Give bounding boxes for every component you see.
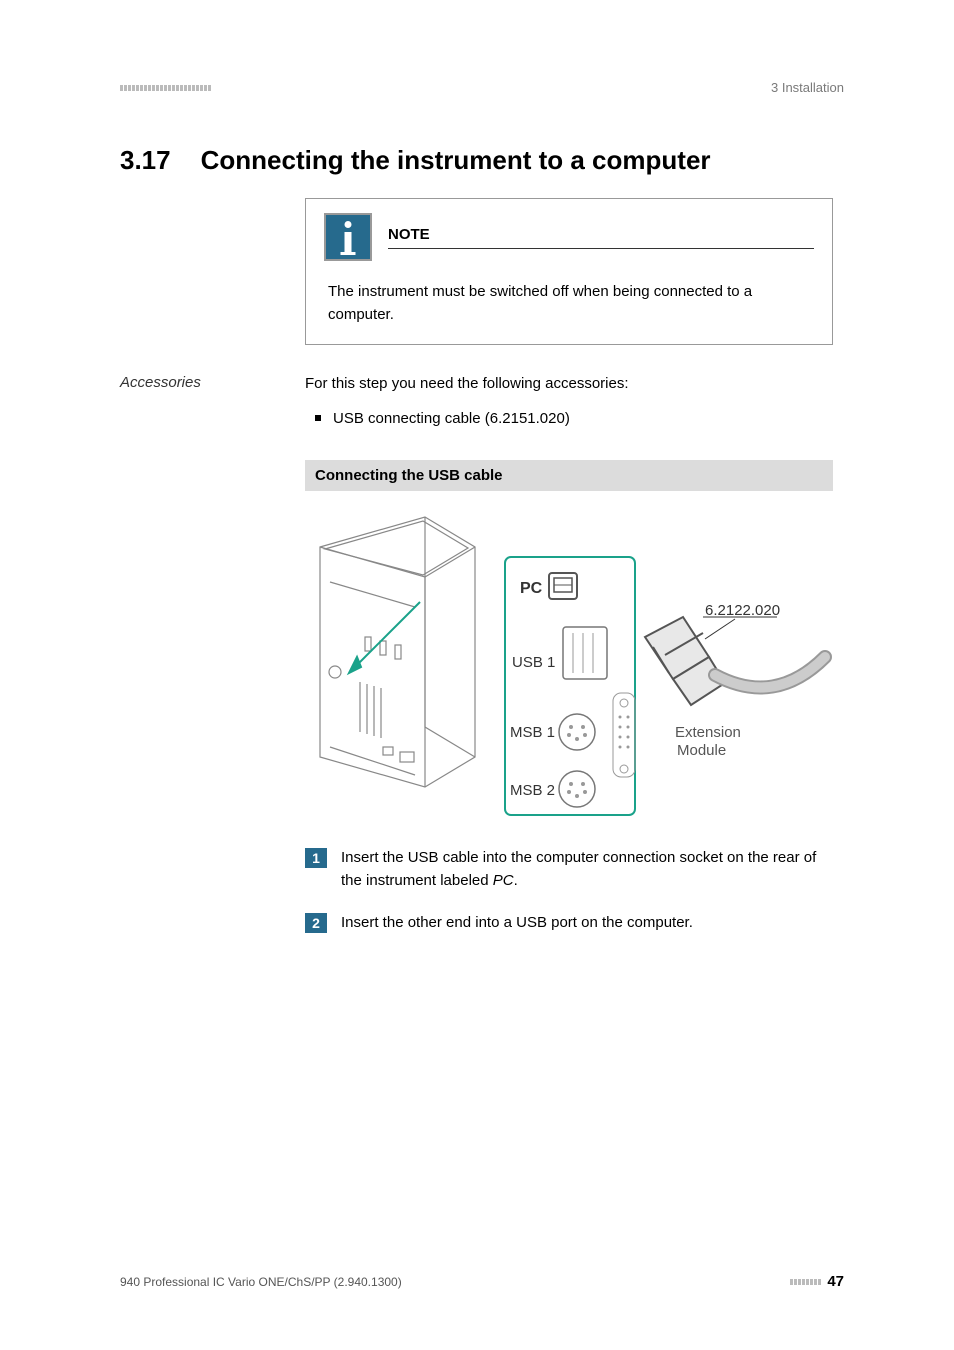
page: 3 Installation 3.17 Connecting the instr… (0, 0, 954, 1350)
step-1-text-b: . (514, 872, 518, 889)
margin-label-accessories: Accessories (120, 374, 201, 391)
step-1: 1 Insert the USB cable into the computer… (305, 847, 833, 892)
step-number-badge: 1 (305, 848, 327, 868)
step-1-text-em: PC (493, 872, 514, 889)
fig-label-ext2: Module (677, 742, 726, 759)
step-2: 2 Insert the other end into a USB port o… (305, 912, 833, 935)
accessories-intro: For this step you need the following acc… (305, 373, 833, 396)
step-number-badge: 2 (305, 913, 327, 933)
footer-doc-id: 940 Professional IC Vario ONE/ChS/PP (2.… (120, 1275, 402, 1289)
note-callout: NOTE The instrument must be switched off… (305, 198, 833, 345)
fig-label-pc: PC (520, 580, 543, 597)
figure-usb-connection: PC USB 1 MSB 1 M (305, 507, 833, 817)
note-title-wrap: NOTE (388, 226, 814, 249)
accessories-item-text: USB connecting cable (6.2151.020) (333, 408, 570, 431)
footer-right: 47 (790, 1273, 844, 1290)
procedure-subheading: Connecting the USB cable (305, 460, 833, 491)
header-decor-dashes (120, 85, 211, 91)
step-2-text: Insert the other end into a USB port on … (341, 912, 693, 935)
fig-label-ext1: Extension (675, 724, 741, 741)
page-footer: 940 Professional IC Vario ONE/ChS/PP (2.… (120, 1273, 844, 1290)
chapter-reference: 3 Installation (771, 80, 844, 95)
section-number: 3.17 (120, 145, 171, 176)
fig-label-usb1: USB 1 (512, 654, 555, 671)
section-title: Connecting the instrument to a computer (201, 145, 711, 176)
fig-label-msb1: MSB 1 (510, 724, 555, 741)
note-header: NOTE (324, 213, 814, 261)
step-1-text-a: Insert the USB cable into the computer c… (341, 849, 816, 889)
page-number: 47 (827, 1273, 844, 1290)
content-column: NOTE The instrument must be switched off… (305, 198, 833, 935)
info-icon (324, 213, 372, 261)
fig-label-partno: 6.2122.020 (705, 602, 780, 619)
note-title: NOTE (388, 226, 430, 243)
footer-decor-dashes (790, 1279, 821, 1285)
section-heading: 3.17 Connecting the instrument to a comp… (120, 145, 844, 176)
accessories-list-item: USB connecting cable (6.2151.020) (315, 408, 833, 431)
bullet-square-icon (315, 415, 321, 421)
step-1-text: Insert the USB cable into the computer c… (341, 847, 833, 892)
note-body: The instrument must be switched off when… (328, 281, 814, 326)
page-header: 3 Installation (120, 80, 844, 95)
fig-label-msb2: MSB 2 (510, 782, 555, 799)
